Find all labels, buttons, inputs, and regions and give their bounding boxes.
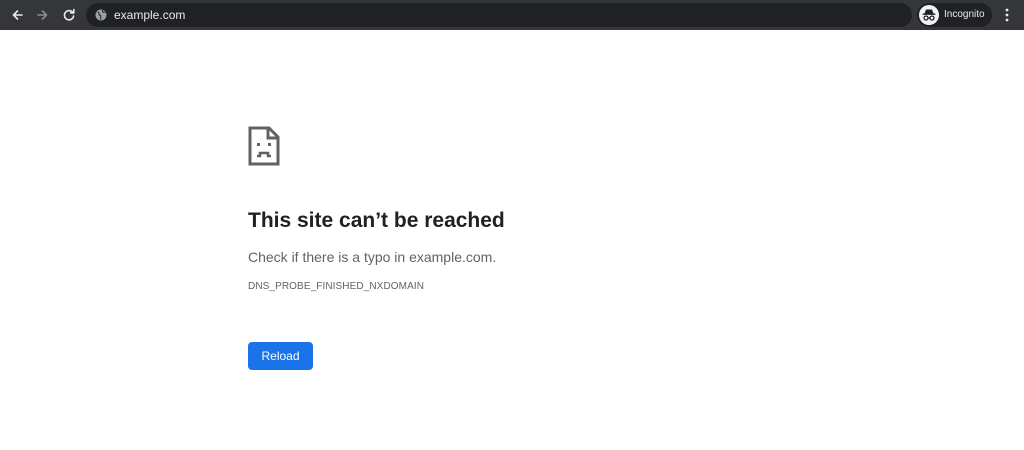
globe-icon: [95, 9, 107, 21]
browser-menu-button[interactable]: [997, 4, 1017, 26]
back-button[interactable]: [6, 4, 28, 26]
arrow-right-icon: [37, 10, 48, 20]
address-bar[interactable]: example.com: [86, 3, 912, 27]
incognito-label: Incognito: [944, 9, 985, 20]
forward-button[interactable]: [32, 4, 54, 26]
browser-toolbar: example.com Incognito: [0, 0, 1024, 30]
reload-page-button[interactable]: [58, 4, 80, 26]
error-title: This site can’t be reached: [248, 209, 505, 232]
three-dots-vertical-icon: [1005, 8, 1009, 22]
incognito-icon: [919, 5, 939, 25]
url-text: example.com: [114, 8, 186, 22]
error-code: DNS_PROBE_FINISHED_NXDOMAIN: [248, 281, 425, 292]
reload-icon: [63, 8, 75, 21]
arrow-left-icon: [12, 10, 23, 20]
incognito-indicator[interactable]: Incognito: [917, 3, 992, 27]
sad-document-icon: [248, 126, 280, 166]
reload-button[interactable]: Reload: [248, 342, 313, 370]
error-description: Check if there is a typo in example.com.: [248, 249, 497, 265]
